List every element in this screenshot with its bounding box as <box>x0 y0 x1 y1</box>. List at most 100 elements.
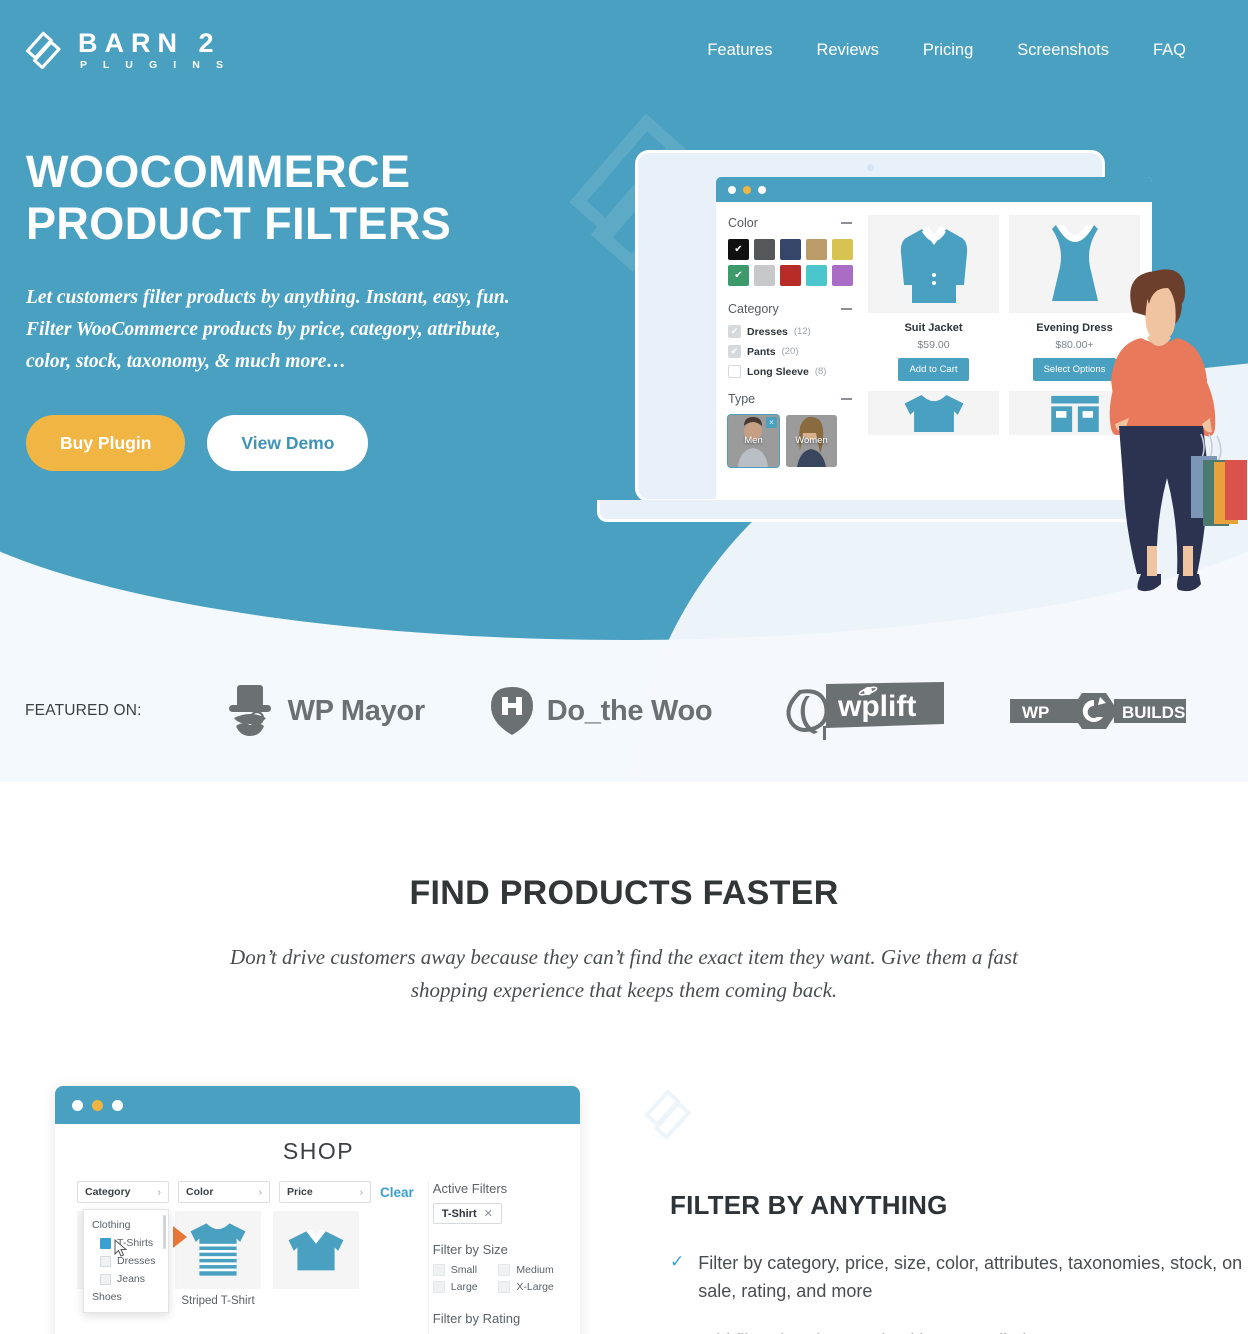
color-swatch[interactable] <box>806 239 827 260</box>
logo-do-the-woo[interactable]: Do_the Woo <box>489 685 713 737</box>
svg-text:BUILDS: BUILDS <box>1122 703 1185 722</box>
brand-logo[interactable]: BARN 2 P L U G I N S <box>24 29 230 71</box>
section-title: FIND PRODUCTS FASTER <box>409 874 839 912</box>
product-card[interactable]: Suit Jacket $59.00 Add to Cart <box>868 215 999 381</box>
nav-item-features[interactable]: Features <box>685 33 794 68</box>
checkbox-icon[interactable] <box>100 1237 111 1249</box>
color-swatch[interactable]: ✔ <box>728 239 749 260</box>
color-swatch[interactable]: ✔ <box>728 265 749 286</box>
category-option[interactable]: Dresses (12) <box>728 325 852 338</box>
dropdown-option-jeans[interactable]: Jeans <box>84 1270 168 1288</box>
shop-product-card[interactable]: Striped T-Shirt <box>175 1211 261 1307</box>
checkbox-icon[interactable] <box>728 365 741 378</box>
striped-tshirt-icon <box>190 1223 246 1276</box>
option-label: Shoes <box>92 1291 122 1303</box>
rating-filter-heading: Filter by Rating <box>432 1311 521 1326</box>
size-label: X-Large <box>516 1281 554 1293</box>
check-icon: ✓ <box>670 1252 685 1271</box>
type-option-men[interactable]: × Men <box>727 414 780 468</box>
product-card[interactable] <box>868 391 999 435</box>
category-dropdown[interactable]: Category › <box>77 1181 169 1203</box>
hero-copy: WOOCOMMERCE PRODUCT FILTERS Let customer… <box>26 146 546 472</box>
page-title: WOOCOMMERCE PRODUCT FILTERS <box>26 146 546 250</box>
filter-dropdown-row: Category › Color › Price › Clear <box>77 1181 414 1203</box>
size-option-small[interactable]: Small <box>432 1264 495 1276</box>
remove-type-icon[interactable]: × <box>766 417 777 428</box>
laptop-camera-icon <box>866 164 874 171</box>
type-option-women[interactable]: Women <box>786 415 837 467</box>
dropdown-label: Color <box>186 1186 214 1198</box>
close-icon[interactable]: ✕ <box>484 1207 493 1220</box>
checkbox-icon[interactable] <box>498 1281 511 1293</box>
checkbox-icon[interactable] <box>100 1273 111 1285</box>
color-swatch[interactable] <box>806 265 827 286</box>
checkbox-icon[interactable] <box>728 325 741 338</box>
color-filter-title: Color <box>728 216 758 230</box>
color-swatch[interactable] <box>832 265 853 286</box>
browser-mockup: SHOP Category › Color › Price › Clear Cl… <box>55 1086 580 1334</box>
nav-item-pricing[interactable]: Pricing <box>901 33 995 68</box>
brand-text: BARN 2 P L U G I N S <box>78 29 230 71</box>
size-option-xlarge[interactable]: X-Large <box>498 1281 560 1293</box>
category-filter-header[interactable]: Category <box>728 302 852 316</box>
check-icon: ✓ <box>670 1327 684 1334</box>
color-swatch[interactable] <box>754 265 775 286</box>
size-option-medium[interactable]: Medium <box>498 1264 560 1276</box>
logo-wp-mayor[interactable]: WP Mayor <box>224 682 425 740</box>
size-label: Medium <box>516 1264 554 1276</box>
clear-filters-link[interactable]: Clear <box>380 1185 414 1200</box>
checkbox-icon[interactable] <box>100 1255 111 1267</box>
feature-bullet-list: ✓ Filter by category, price, size, color… <box>670 1249 1248 1334</box>
price-dropdown[interactable]: Price › <box>279 1181 371 1203</box>
color-swatch[interactable] <box>754 239 775 260</box>
nav-item-screenshots[interactable]: Screenshots <box>995 33 1131 68</box>
shop-product-card[interactable] <box>273 1211 359 1307</box>
add-to-cart-button[interactable]: Add to Cart <box>898 358 969 381</box>
dropdown-scrollbar[interactable] <box>163 1215 166 1249</box>
logo-wplift[interactable]: wplift <box>776 680 946 742</box>
nav-item-faq[interactable]: FAQ <box>1131 33 1208 68</box>
color-filter-header[interactable]: Color <box>728 216 852 230</box>
chevron-right-icon: › <box>258 1186 262 1198</box>
color-dropdown[interactable]: Color › <box>178 1181 270 1203</box>
logo-wp-builds[interactable]: WP BUILDS <box>1010 693 1187 729</box>
view-demo-button[interactable]: View Demo <box>207 415 369 472</box>
active-filter-chip[interactable]: T-Shirt ✕ <box>432 1203 502 1224</box>
nav-item-reviews[interactable]: Reviews <box>794 33 900 68</box>
collapse-minus-icon[interactable] <box>841 397 852 401</box>
buy-plugin-button[interactable]: Buy Plugin <box>26 415 186 472</box>
color-swatch[interactable] <box>832 239 853 260</box>
browser-dot-3 <box>112 1099 123 1111</box>
category-dropdown-panel: Clothing T-Shirts Dresses Jeans Shoes <box>83 1209 169 1313</box>
window-dot-3 <box>758 185 766 194</box>
collapse-minus-icon[interactable] <box>841 307 852 311</box>
size-option-large[interactable]: Large <box>432 1281 495 1293</box>
laptop-base <box>597 500 1143 522</box>
color-swatch[interactable] <box>780 265 801 286</box>
category-option[interactable]: Pants (20) <box>728 345 852 358</box>
dropdown-option-shoes[interactable]: Shoes <box>84 1288 168 1306</box>
bullet-text: Add filter dropdowns, checkboxes, radio … <box>698 1327 1086 1334</box>
checkbox-icon[interactable] <box>432 1264 445 1276</box>
dropdown-option-clothing[interactable]: Clothing <box>84 1216 168 1234</box>
color-swatch[interactable] <box>780 239 801 260</box>
laptop-lid: Color ✔ ✔ Category ✔ Dresses (12) ✔ Pant… <box>635 150 1152 507</box>
category-option[interactable]: Long Sleeve (8) <box>728 365 852 378</box>
checkbox-icon[interactable] <box>432 1281 445 1293</box>
hero-cta-group: Buy Plugin View Demo <box>26 415 546 472</box>
check-icon: ✔ <box>734 243 743 255</box>
barn2-logo-icon <box>25 31 61 70</box>
browser-content: SHOP Category › Color › Price › Clear Cl… <box>55 1124 580 1334</box>
barn2-watermark-icon <box>644 1089 691 1140</box>
chevron-right-icon: › <box>157 1186 161 1198</box>
checkbox-icon[interactable] <box>728 345 741 358</box>
feature-columns: SHOP Category › Color › Price › Clear Cl… <box>0 1086 1248 1334</box>
checkbox-icon[interactable] <box>498 1264 511 1276</box>
suit-jacket-icon <box>900 226 967 303</box>
shopper-illustration <box>1109 269 1247 592</box>
collapse-minus-icon[interactable] <box>841 221 852 225</box>
shop-main-column: Category › Color › Price › Clear Clothin… <box>77 1181 414 1334</box>
screen-titlebar <box>716 177 1152 202</box>
type-filter-header[interactable]: Type <box>728 392 852 406</box>
category-filter-title: Category <box>728 302 779 316</box>
